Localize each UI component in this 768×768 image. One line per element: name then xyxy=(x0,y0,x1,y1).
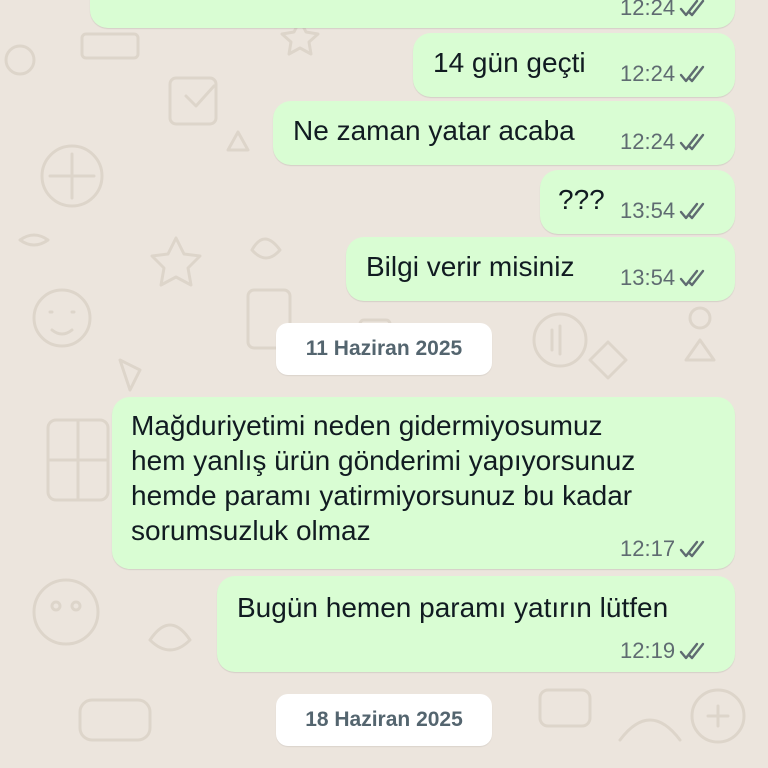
message-meta: 12:19 xyxy=(620,639,709,663)
double-check-icon xyxy=(679,642,705,660)
message-text: Ne zaman yatar acaba xyxy=(293,115,575,146)
date-separator: 11 Haziran 2025 xyxy=(276,323,492,375)
message-time: 13:54 xyxy=(620,265,676,290)
message-bubble-outgoing[interactable]: Bilgi verir misiniz 13:54 xyxy=(346,237,735,301)
message-meta: 12:24 xyxy=(620,0,709,20)
message-bubble-outgoing[interactable]: 14 gün geçti 12:24 xyxy=(413,33,735,97)
message-bubble-outgoing[interactable]: ??? 13:54 xyxy=(540,170,735,234)
message-bubble-outgoing[interactable]: Ne zaman yatar acaba 12:24 xyxy=(273,101,735,165)
message-text: Bilgi verir misiniz xyxy=(366,251,575,282)
message-time: 12:17 xyxy=(620,536,676,561)
message-time: 12:24 xyxy=(620,61,676,86)
double-check-icon xyxy=(679,269,705,287)
message-time: 12:24 xyxy=(620,129,676,154)
double-check-icon xyxy=(679,540,705,558)
message-meta: 12:24 xyxy=(620,130,709,154)
message-meta: 12:17 xyxy=(620,537,709,561)
message-meta: 13:54 xyxy=(620,199,709,223)
message-meta: 13:54 xyxy=(620,266,709,290)
message-text: Mağduriyetimi neden gidermiyosumuz hem y… xyxy=(131,410,636,546)
message-bubble-outgoing[interactable]: Mağduriyetimi neden gidermiyosumuz hem y… xyxy=(112,397,735,569)
date-separator: 18 Haziran 2025 xyxy=(276,694,492,746)
message-time: 12:24 xyxy=(620,0,676,20)
double-check-icon xyxy=(679,202,705,220)
message-text: 14 gün geçti xyxy=(433,47,586,78)
message-time: 13:54 xyxy=(620,198,676,223)
message-text: ??? xyxy=(558,184,605,215)
message-bubble-outgoing[interactable]: Bugün hemen paramı yatırın lütfen 12:19 xyxy=(217,576,735,672)
message-text: Bugün hemen paramı yatırın lütfen xyxy=(237,592,669,623)
double-check-icon xyxy=(679,133,705,151)
message-bubble-outgoing[interactable]: 12:24 xyxy=(90,0,735,28)
message-time: 12:19 xyxy=(620,638,676,663)
double-check-icon xyxy=(679,0,705,17)
message-meta: 12:24 xyxy=(620,62,709,86)
double-check-icon xyxy=(679,65,705,83)
